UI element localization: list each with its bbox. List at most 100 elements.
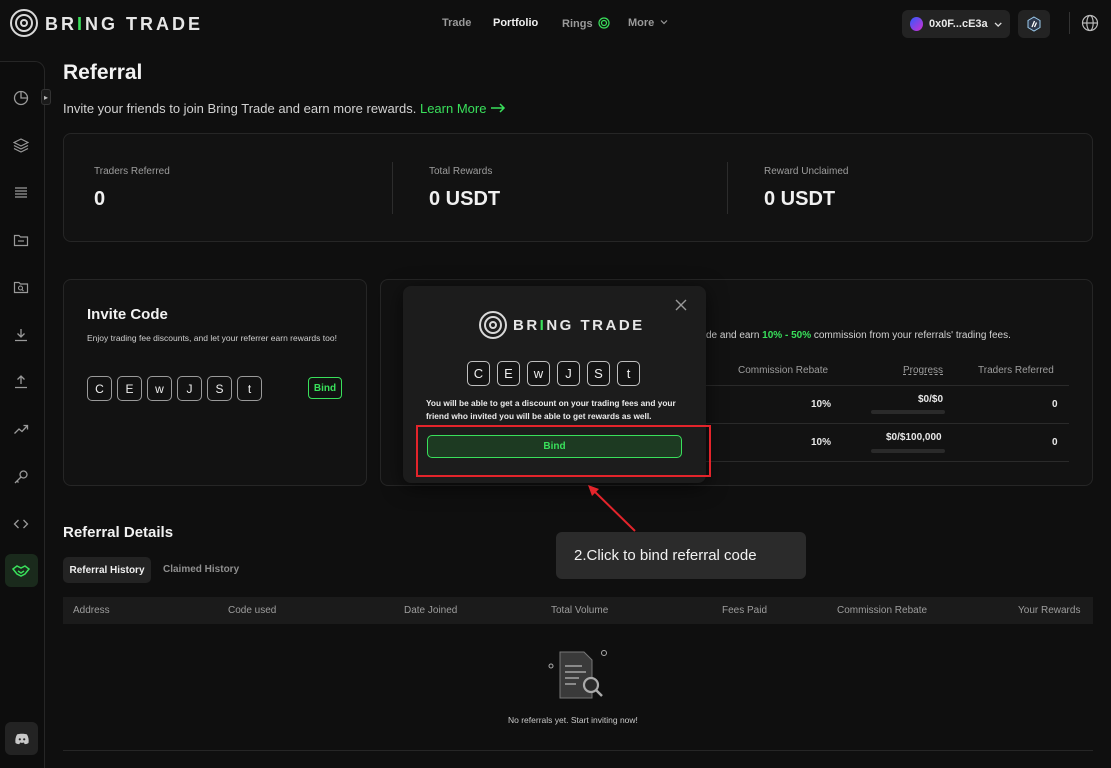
folder-search-icon[interactable] — [11, 277, 31, 297]
column-header-progress[interactable]: Progress — [903, 365, 943, 376]
code-char-box[interactable]: E — [497, 361, 520, 386]
chevron-right-icon: ▸ — [43, 92, 48, 102]
table-bottom-divider — [63, 750, 1093, 751]
page-title: Referral — [63, 61, 143, 84]
modal-brand: BRING TRADE — [479, 311, 645, 339]
nav-portfolio[interactable]: Portfolio — [493, 17, 538, 29]
chevron-down-icon — [660, 20, 668, 25]
tiers-intro: de and earn 10% - 50% commission from yo… — [706, 330, 1011, 341]
nav-trade[interactable]: Trade — [442, 17, 471, 29]
stat-value-reward-unclaimed: 0 USDT — [764, 188, 836, 210]
brand-name[interactable]: BRING TRADE — [45, 14, 203, 35]
code-char-box[interactable]: E — [117, 376, 142, 401]
bind-button[interactable]: Bind — [308, 377, 342, 399]
column-header-fees-paid: Fees Paid — [722, 605, 768, 616]
code-char-box[interactable]: C — [87, 376, 112, 401]
subtitle-text: Invite your friends to join Bring Trade … — [63, 101, 417, 116]
code-char-box[interactable]: J — [557, 361, 580, 386]
stat-divider — [727, 162, 728, 214]
wallet-address: 0x0F...cE3a — [928, 18, 988, 30]
invite-code-input[interactable]: C E w J S t — [87, 376, 262, 401]
column-header-total-volume: Total Volume — [551, 605, 609, 616]
invite-code-description: Enjoy trading fee discounts, and let you… — [87, 333, 337, 343]
code-char-box[interactable]: t — [617, 361, 640, 386]
referral-details-title: Referral Details — [63, 524, 174, 541]
sidebar-collapse-toggle[interactable]: ▸ — [41, 89, 51, 105]
tiers-intro-tail: commission from your referrals' trading … — [813, 330, 1011, 341]
tab-referral-history[interactable]: Referral History — [63, 557, 151, 583]
list-icon[interactable] — [11, 182, 31, 202]
brand-logo-icon — [479, 311, 507, 339]
stat-label-traders-referred: Traders Referred — [94, 166, 170, 177]
code-char-box[interactable]: w — [147, 376, 172, 401]
wallet-button[interactable]: 0x0F...cE3a — [902, 10, 1010, 38]
tier-rebate: 10% — [811, 437, 832, 448]
table-divider — [706, 423, 1069, 424]
column-header-rebate: Commission Rebate — [738, 365, 829, 376]
tier-progress-text: $0/$0 — [918, 394, 944, 405]
nav-more-label: More — [628, 17, 655, 29]
column-header-your-rewards: Your Rewards — [1018, 605, 1081, 616]
pie-chart-icon[interactable] — [11, 88, 31, 108]
page-subtitle: Invite your friends to join Bring Trade … — [63, 101, 506, 116]
top-bar: BRING TRADE Trade Portfolio Rings More 0… — [0, 0, 1111, 48]
learn-more-link[interactable]: Learn More — [420, 101, 506, 116]
tier-rebate: 10% — [811, 399, 832, 410]
modal-code-input[interactable]: C E w J S t — [467, 361, 640, 386]
code-icon[interactable] — [11, 514, 31, 534]
code-char-box[interactable]: t — [237, 376, 262, 401]
code-char-box[interactable]: w — [527, 361, 550, 386]
upload-icon[interactable] — [11, 372, 31, 392]
referral-handshake-icon[interactable] — [11, 561, 31, 581]
tier-traders: 0 — [1052, 437, 1058, 448]
folder-icon[interactable] — [11, 230, 31, 250]
column-header-commission-rebate: Commission Rebate — [837, 605, 928, 616]
nav-more[interactable]: More — [628, 17, 668, 29]
column-header-date-joined: Date Joined — [404, 605, 458, 616]
modal-brand-name: BRING TRADE — [513, 316, 645, 334]
sidebar — [0, 61, 45, 768]
stat-label-total-rewards: Total Rewards — [429, 166, 493, 177]
tiers-intro-percent: 10% - 50% — [762, 330, 812, 341]
language-globe-icon[interactable] — [1081, 14, 1099, 37]
tab-claimed-history[interactable]: Claimed History — [163, 564, 239, 575]
code-char-box[interactable]: S — [207, 376, 232, 401]
stat-value-traders-referred: 0 — [94, 188, 106, 210]
table-divider — [706, 461, 1069, 462]
divider — [1069, 12, 1070, 34]
stats-card: Traders Referred 0 Total Rewards 0 USDT … — [63, 133, 1093, 242]
stat-label-reward-unclaimed: Reward Unclaimed — [764, 166, 849, 177]
wallet-avatar — [910, 17, 923, 31]
column-header-traders: Traders Referred — [978, 365, 1054, 376]
annotation-tooltip: 2.Click to bind referral code — [556, 532, 806, 579]
arrow-right-icon — [491, 103, 506, 113]
chain-switch-button[interactable] — [1018, 10, 1050, 38]
tier-progress-text: $0/$100,000 — [886, 432, 942, 443]
nav-rings[interactable]: Rings — [562, 17, 610, 30]
tiers-intro-text: de and earn — [706, 330, 760, 341]
learn-more-label: Learn More — [419, 101, 487, 116]
empty-document-search-icon — [546, 648, 610, 709]
brand-logo-icon[interactable] — [10, 9, 38, 37]
code-char-box[interactable]: J — [177, 376, 202, 401]
annotation-arrow-icon — [588, 485, 636, 532]
tier-progress-bar — [871, 410, 945, 414]
nav-rings-label: Rings — [562, 18, 593, 30]
tier-progress-bar — [871, 449, 945, 453]
empty-state-text: No referrals yet. Start inviting now! — [508, 715, 638, 725]
stat-value-total-rewards: 0 USDT — [429, 188, 501, 210]
trending-up-icon[interactable] — [11, 419, 31, 439]
highlight-box — [416, 425, 711, 477]
stat-divider — [392, 162, 393, 214]
arbitrum-icon — [1027, 16, 1041, 32]
chevron-down-icon — [994, 21, 1002, 27]
close-icon[interactable] — [674, 298, 688, 317]
discord-button[interactable] — [5, 722, 38, 755]
key-icon[interactable] — [11, 467, 31, 487]
discord-icon — [14, 733, 29, 744]
code-char-box[interactable]: C — [467, 361, 490, 386]
layers-icon[interactable] — [11, 135, 31, 155]
code-char-box[interactable]: S — [587, 361, 610, 386]
invite-code-title: Invite Code — [87, 306, 168, 323]
download-icon[interactable] — [11, 325, 31, 345]
